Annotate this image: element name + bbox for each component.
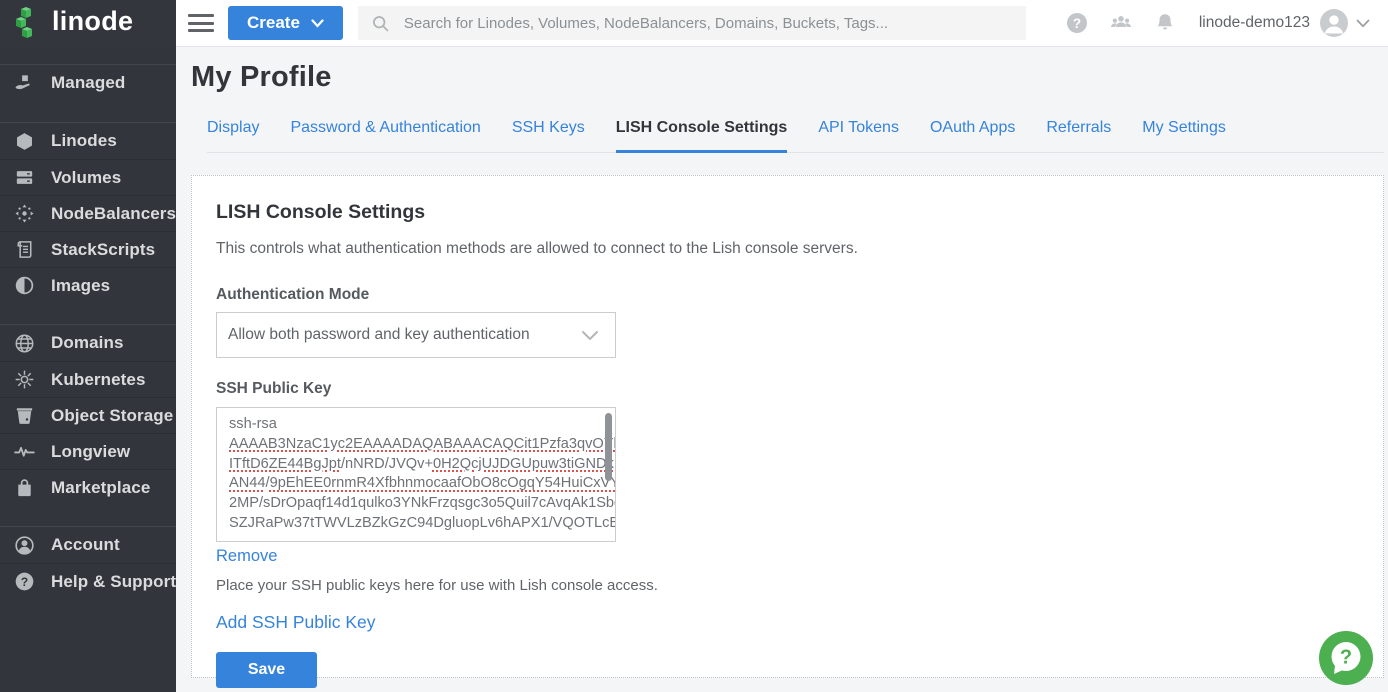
sidebar-item-managed[interactable]: Managed xyxy=(0,65,176,101)
save-button[interactable]: Save xyxy=(216,652,317,688)
tab-referrals[interactable]: Referrals xyxy=(1046,119,1111,153)
sidebar-item-label: Help & Support xyxy=(51,572,176,592)
ssh-key-line: AN44/9pEhEE0rnmR4XfbhnmocaafObO8cOgqY54H… xyxy=(229,474,597,494)
brand-name: linode xyxy=(52,8,133,39)
auth-mode-select[interactable]: Allow both password and key authenticati… xyxy=(216,312,616,358)
sidebar-item-label: Images xyxy=(51,276,110,296)
avatar[interactable] xyxy=(1320,9,1348,37)
sidebar-item-label: Linodes xyxy=(51,131,117,151)
notifications-bell-icon[interactable] xyxy=(1153,11,1177,35)
kubernetes-wheel-icon xyxy=(13,368,36,391)
sidebar-item-domains[interactable]: Domains xyxy=(0,325,176,361)
linode-cube-icon xyxy=(13,130,36,153)
sidebar-item-longview[interactable]: Longview xyxy=(0,433,176,469)
sidebar-item-label: StackScripts xyxy=(51,240,155,260)
auth-mode-value: Allow both password and key authenticati… xyxy=(228,326,530,344)
sidebar-item-nodebalancers[interactable]: NodeBalancers xyxy=(0,195,176,231)
community-people-icon[interactable] xyxy=(1109,11,1133,35)
sidebar-nav: Managed Linodes Volumes NodeBalancers StackS… xyxy=(0,47,176,692)
topbar: Create ? linode-demo123 xyxy=(176,0,1388,47)
auth-mode-label: Authentication Mode xyxy=(216,286,1359,304)
ssh-key-line: AAAAB3NzaC1yc2EAAAADAQABAAACAQCit1Pzfa3q… xyxy=(229,435,597,455)
linode-cubes-icon xyxy=(13,7,43,41)
sidebar-section: Managed xyxy=(0,64,176,101)
sidebar-item-label: Marketplace xyxy=(51,478,150,498)
sidebar-item-label: Managed xyxy=(51,73,125,93)
svg-text:?: ? xyxy=(21,575,28,589)
volumes-icon xyxy=(13,166,36,189)
ssh-key-line: ITftD6ZE44BgJpt/nNRD/JVQv+0H2QcjUJDGUpuw… xyxy=(229,455,597,475)
ssh-key-help-text: Place your SSH public keys here for use … xyxy=(216,577,1359,594)
brand-logo[interactable]: linode xyxy=(0,0,176,47)
username: linode-demo123 xyxy=(1199,14,1310,32)
floating-help-button[interactable]: ? xyxy=(1317,629,1375,687)
svg-text:?: ? xyxy=(1340,647,1352,669)
profile-tabs: Display Password & Authentication SSH Keys… xyxy=(207,119,1384,153)
sidebar-item-object-storage[interactable]: Object Storage xyxy=(0,397,176,433)
sidebar-item-help-support[interactable]: ? Help & Support xyxy=(0,563,176,599)
help-circle-icon[interactable]: ? xyxy=(1065,11,1089,35)
ssh-key-line: ssh-rsa xyxy=(229,415,597,435)
sidebar-item-label: Account xyxy=(51,535,120,555)
create-button-label: Create xyxy=(247,13,300,33)
sidebar-item-label: Object Storage xyxy=(51,406,173,426)
global-search xyxy=(358,6,1026,40)
nodebalancers-icon xyxy=(13,202,36,225)
page-title: My Profile xyxy=(191,61,1384,94)
panel-description: This controls what authentication method… xyxy=(216,240,1359,258)
sidebar-item-label: Kubernetes xyxy=(51,370,146,390)
domains-globe-icon xyxy=(13,332,36,355)
sidebar-section: Domains Kubernetes Object Storage Longview M… xyxy=(0,324,176,505)
sidebar-item-linodes[interactable]: Linodes xyxy=(0,123,176,159)
tab-ssh-keys[interactable]: SSH Keys xyxy=(512,119,585,153)
sidebar-item-label: Volumes xyxy=(51,168,121,188)
hamburger-menu-icon[interactable] xyxy=(188,14,214,32)
linode-cloud-manager: linode Create ? linode-demo123 Managed Li… xyxy=(0,0,1388,692)
remove-ssh-key-link[interactable]: Remove xyxy=(216,547,277,566)
ssh-key-line: 2MP/sDrOpaqf14d1qulko3YNkFrzqsgc3o5Quil7… xyxy=(229,494,597,514)
images-icon xyxy=(13,274,36,297)
search-input[interactable] xyxy=(404,15,1014,32)
sidebar-section: Account? Help & Support xyxy=(0,526,176,599)
tab-oauth-apps[interactable]: OAuth Apps xyxy=(930,119,1015,153)
sidebar-item-label: Longview xyxy=(51,442,130,462)
help-question-icon: ? xyxy=(13,570,36,593)
create-button[interactable]: Create xyxy=(228,6,343,40)
tab-password-authentication[interactable]: Password & Authentication xyxy=(290,119,480,153)
account-person-icon xyxy=(13,534,36,557)
svg-text:?: ? xyxy=(1073,16,1081,31)
panel-title: LISH Console Settings xyxy=(216,201,1359,224)
user-menu-chevron-icon[interactable] xyxy=(1356,19,1370,28)
bucket-icon xyxy=(13,404,36,427)
sidebar-item-kubernetes[interactable]: Kubernetes xyxy=(0,361,176,397)
tab-lish-console-settings[interactable]: LISH Console Settings xyxy=(616,119,788,153)
ssh-key-label: SSH Public Key xyxy=(216,380,1359,398)
longview-pulse-icon xyxy=(13,440,36,463)
sidebar-item-label: NodeBalancers xyxy=(51,204,176,224)
tab-my-settings[interactable]: My Settings xyxy=(1142,119,1226,153)
stackscripts-icon xyxy=(13,238,36,261)
sidebar-item-account[interactable]: Account xyxy=(0,527,176,563)
sidebar-section: Linodes Volumes NodeBalancers StackScripts I… xyxy=(0,122,176,303)
sidebar-item-marketplace[interactable]: Marketplace xyxy=(0,469,176,505)
help-bubble-icon: ? xyxy=(1317,629,1375,687)
add-ssh-key-link[interactable]: Add SSH Public Key xyxy=(216,612,376,633)
chevron-down-icon xyxy=(311,19,324,28)
sidebar-item-volumes[interactable]: Volumes xyxy=(0,159,176,195)
sidebar-item-stackscripts[interactable]: StackScripts xyxy=(0,231,176,267)
tab-display[interactable]: Display xyxy=(207,119,259,153)
main-content: My Profile Display Password & Authenticat… xyxy=(176,47,1388,692)
ssh-public-key-textarea[interactable]: ssh-rsaAAAAB3NzaC1yc2EAAAADAQABAAACAQCit… xyxy=(216,407,616,542)
sidebar-item-images[interactable]: Images xyxy=(0,267,176,303)
lish-settings-panel: LISH Console Settings This controls what… xyxy=(191,175,1384,678)
tab-api-tokens[interactable]: API Tokens xyxy=(818,119,899,153)
search-icon xyxy=(370,13,391,34)
managed-hand-icon xyxy=(13,72,36,95)
ssh-key-line: SZJRaPw37tTWVLzBZkGzC94DgluopLv6hAPX1/VQ… xyxy=(229,514,597,534)
select-chevron-down-icon xyxy=(581,330,599,341)
sidebar-item-label: Domains xyxy=(51,333,124,353)
textarea-scrollbar-thumb[interactable] xyxy=(605,413,612,481)
marketplace-bag-icon xyxy=(13,476,36,499)
